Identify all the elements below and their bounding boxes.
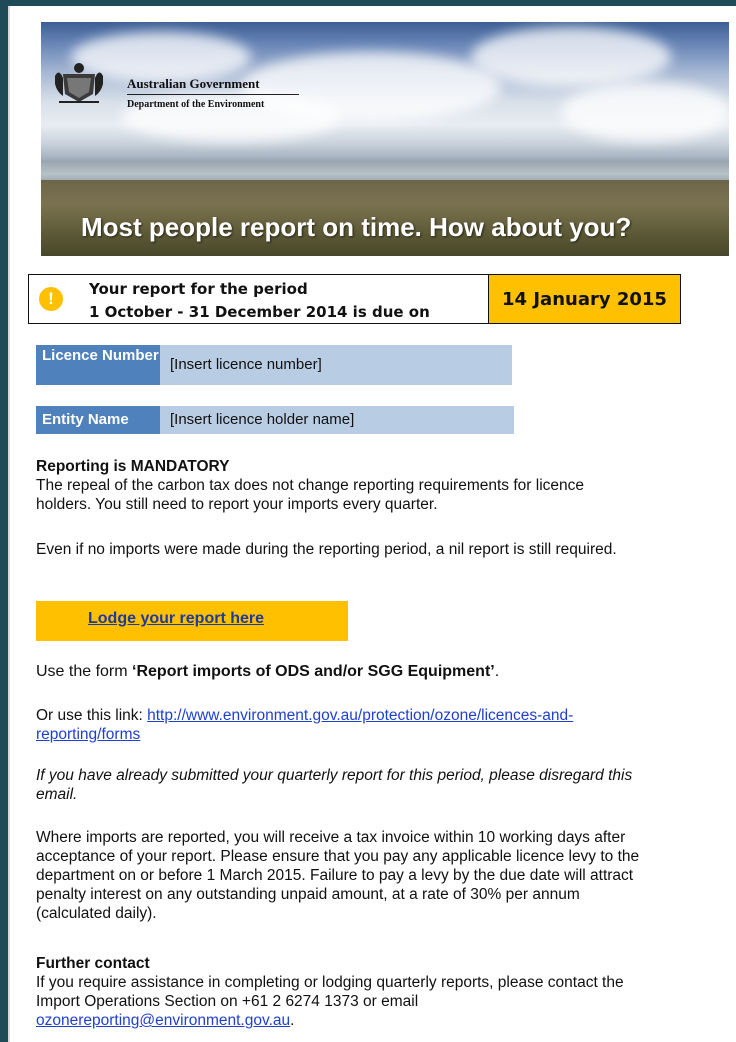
lodge-report-link[interactable]: Lodge your report here bbox=[88, 610, 264, 628]
reporting-paragraph: The repeal of the carbon tax does not ch… bbox=[36, 477, 584, 513]
coat-of-arms-logo bbox=[55, 63, 103, 103]
form-name: ‘Report imports of ODS and/or SGG Equipm… bbox=[132, 663, 495, 680]
cloud bbox=[471, 27, 671, 87]
due-period-heading: Your report for the period bbox=[89, 280, 308, 298]
entity-name-value: [Insert licence holder name] bbox=[160, 406, 514, 434]
entity-name-label: Entity Name bbox=[36, 406, 160, 434]
nil-report-paragraph: Even if no imports were made during the … bbox=[36, 541, 617, 558]
form-prefix: Use the form bbox=[36, 663, 133, 680]
lodge-report-button[interactable]: Lodge your report here bbox=[36, 601, 348, 641]
due-date-value: 14 January 2015 bbox=[488, 275, 680, 323]
banner-image: Australian Government Department of the … bbox=[41, 22, 729, 256]
contact-text: If you require assistance in completing … bbox=[36, 974, 624, 1010]
contact-paragraph: If you require assistance in completing … bbox=[36, 973, 646, 1030]
contact-heading: Further contact bbox=[36, 955, 150, 972]
page-edge bbox=[8, 6, 10, 1042]
contact-suffix: . bbox=[290, 1012, 295, 1029]
exclamation-icon: ! bbox=[39, 287, 63, 311]
forms-link-line: Or use this link: http://www.environment… bbox=[36, 706, 636, 744]
logo-government-text: Australian Government bbox=[127, 76, 260, 91]
logo-divider bbox=[127, 94, 299, 95]
link-prefix: Or use this link: bbox=[36, 707, 148, 724]
logo-department-text: Department of the Environment bbox=[127, 99, 265, 110]
email-page: Australian Government Department of the … bbox=[8, 6, 736, 1042]
form-suffix: . bbox=[494, 663, 500, 680]
licence-number-label: Licence Number bbox=[36, 345, 160, 385]
banner-headline: Most people report on time. How about yo… bbox=[81, 212, 632, 242]
due-date-notice: ! Your report for the period 1 October -… bbox=[28, 274, 681, 324]
form-instruction: Use the form ‘Report imports of ODS and/… bbox=[36, 662, 676, 681]
due-period-range: 1 October - 31 December 2014 is due on bbox=[89, 303, 430, 321]
reporting-heading: Reporting is MANDATORY bbox=[36, 458, 230, 475]
disregard-notice: If you have already submitted your quart… bbox=[36, 767, 633, 803]
contact-email-link[interactable]: ozonereporting@environment.gov.au bbox=[36, 1012, 290, 1029]
invoice-paragraph: Where imports are reported, you will rec… bbox=[36, 829, 640, 922]
licence-number-value: [Insert licence number] bbox=[160, 345, 512, 385]
cloud bbox=[561, 82, 729, 142]
